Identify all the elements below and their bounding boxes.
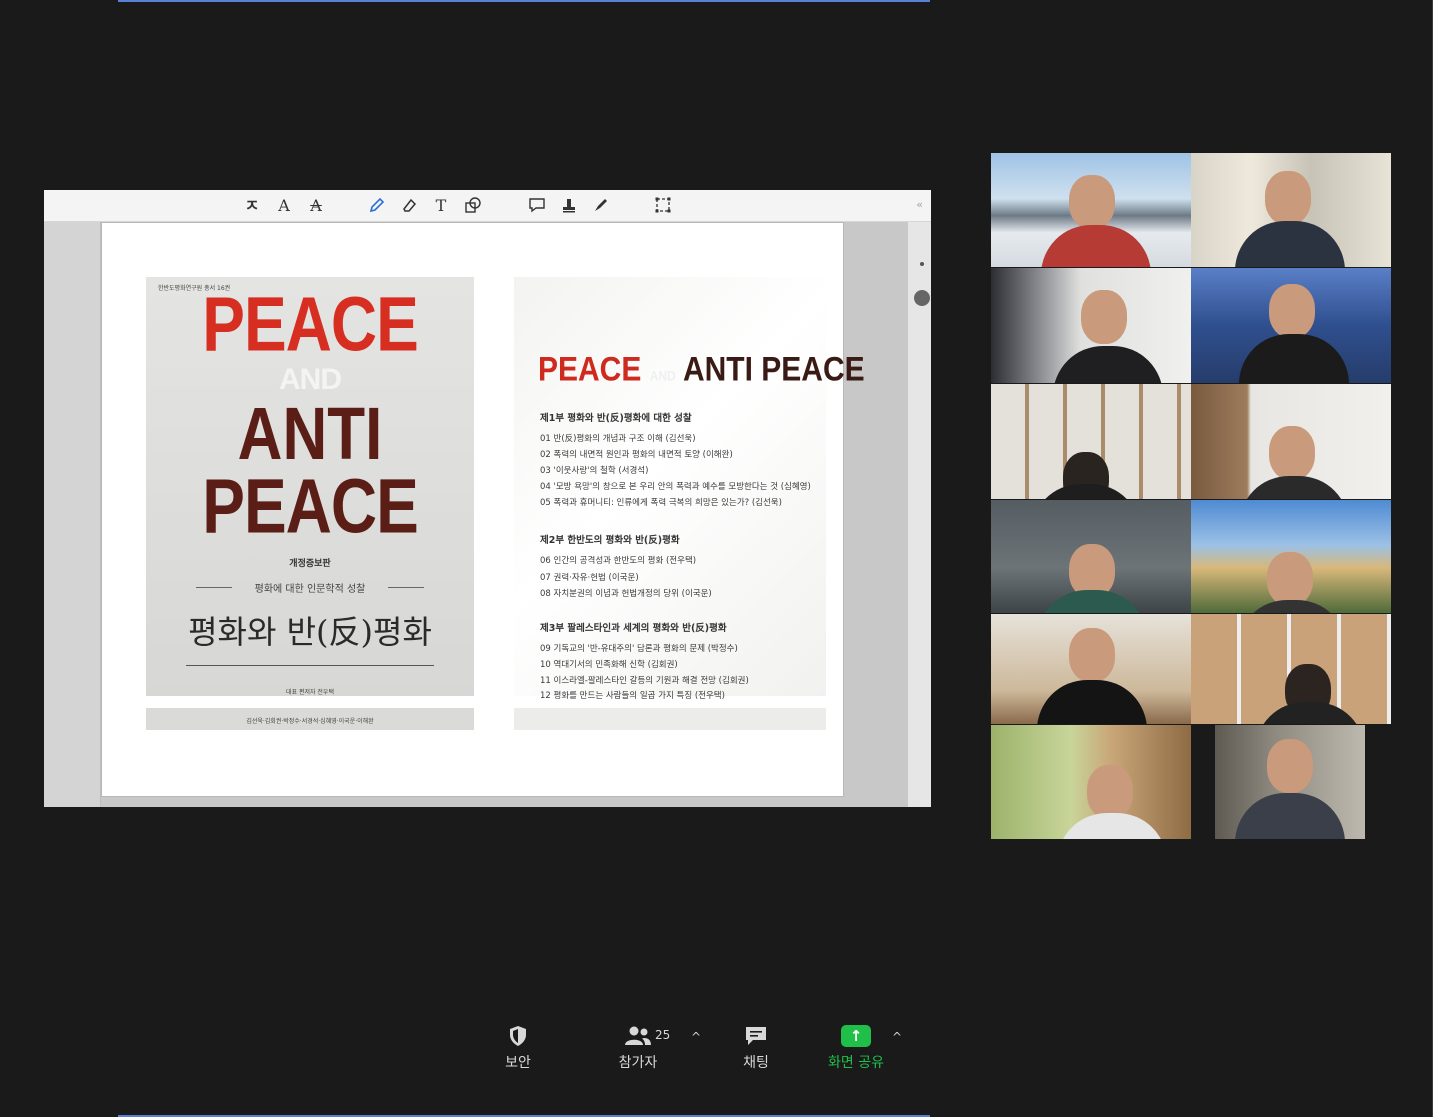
toc-item: 02 폭력의 내면적 원인과 평화의 내면적 토양 (이해완): [540, 450, 733, 460]
strikethrough-text-icon[interactable]: A: [305, 196, 327, 216]
toc-part-heading: 제3부 팔레스타인과 세계의 평화와 반(反)평화: [540, 623, 727, 634]
highlight-text-icon[interactable]: A: [273, 196, 295, 216]
participant-face: [1269, 426, 1315, 480]
participant-face: [1269, 284, 1315, 338]
pane-dot: [920, 262, 924, 266]
security-label: 보안: [505, 1055, 531, 1071]
cover-edition: 개정증보판: [289, 559, 331, 569]
security-button[interactable]: 보안: [498, 1024, 538, 1072]
toc-title: PEACE AND ANTI PEACE: [538, 350, 865, 389]
participant-face: [1267, 739, 1313, 793]
pdf-annotation-toolbar: ㅈ A A T «: [44, 190, 931, 222]
toc-item: 03 '이웃사랑'의 철학 (서경석): [540, 466, 649, 476]
toc-item: 09 기독교의 '반-유대주의' 담론과 평화의 문제 (박정수): [540, 644, 738, 654]
participants-caret-icon[interactable]: ^: [691, 1030, 701, 1044]
video-tile[interactable]: [1191, 268, 1391, 383]
table-of-contents-photo: PEACE AND ANTI PEACE 제1부 평화와 반(反)평화에 대한 …: [514, 277, 865, 701]
participant-face: [1069, 628, 1115, 682]
toc-item: 12 평화를 만드는 사람들의 일곱 가지 특징 (전우택): [540, 691, 725, 701]
scroll-handle[interactable]: [914, 290, 930, 306]
share-screen-icon: ↑: [824, 1024, 888, 1048]
toc-title-peace: PEACE: [538, 350, 642, 389]
cover-subtitle: 평화에 대한 인문학적 성찰: [196, 580, 424, 595]
participant-face: [1081, 290, 1127, 344]
video-tile[interactable]: [991, 268, 1191, 383]
video-tile[interactable]: [991, 153, 1191, 267]
chat-button[interactable]: 채팅: [736, 1024, 776, 1072]
chat-label: 채팅: [743, 1055, 769, 1071]
text-tool-icon[interactable]: T: [430, 196, 452, 216]
toc-item: 11 이스라엘-팔레스타인 갈등의 기원과 해결 전망 (김회권): [540, 676, 749, 686]
video-tile[interactable]: [1191, 384, 1391, 499]
video-tile[interactable]: [1191, 153, 1391, 267]
cover-editor: 대표 편저자 전우택: [286, 689, 334, 696]
cover-title-peace-2: PEACE: [202, 462, 419, 550]
participants-label: 참가자: [618, 1055, 658, 1071]
toc-item: 06 인간의 공격성과 한반도의 평화 (전우택): [540, 556, 697, 566]
document-page: 한반도평화연구원 총서 16권 PEACE AND ANTI PEACE 개정증…: [101, 222, 865, 797]
signature-icon[interactable]: [590, 196, 612, 216]
select-area-icon[interactable]: [652, 196, 674, 216]
toc-photo-strip: [514, 708, 826, 730]
cover-title-peace: PEACE: [202, 280, 419, 368]
window-top-accent: [118, 0, 930, 2]
share-caret-icon[interactable]: ^: [892, 1030, 902, 1044]
video-tile[interactable]: [1191, 614, 1391, 724]
cover-korean-title: 평화와 반(反)평화: [188, 613, 432, 651]
video-tile[interactable]: [1215, 725, 1365, 839]
side-pane: [907, 222, 931, 807]
cover-authors: 김선욱·김회권·박정수·서경석·심혜영·이국운·이해완: [246, 718, 374, 725]
chat-icon: [736, 1024, 776, 1048]
pencil-icon[interactable]: [366, 196, 388, 216]
thumbnail-pane: [44, 222, 101, 807]
toc-item: 08 자치분권의 이념과 헌법개정의 당위 (이국운): [540, 589, 712, 599]
shield-icon: [498, 1024, 538, 1048]
cover-photo-strip: 김선욱·김회권·박정수·서경석·심혜영·이국운·이해완: [146, 708, 474, 730]
comment-icon[interactable]: [526, 196, 548, 216]
video-tile[interactable]: [991, 725, 1191, 839]
toc-part-heading: 제2부 한반도의 평화와 반(反)평화: [540, 535, 680, 546]
participants-count: 25: [655, 1028, 671, 1042]
toc-title-anti: ANTI PEACE: [682, 350, 865, 389]
toc-title-and: AND: [649, 367, 676, 384]
participant-face: [1087, 765, 1133, 819]
video-tile[interactable]: [991, 384, 1191, 499]
share-screen-button[interactable]: ↑ 화면 공유: [824, 1024, 888, 1072]
collapse-panel-icon[interactable]: «: [916, 198, 923, 211]
book-cover-photo: 한반도평화연구원 총서 16권 PEACE AND ANTI PEACE 개정증…: [146, 277, 474, 696]
participant-face: [1265, 171, 1311, 225]
toc-item: 01 반(反)평화의 개념과 구조 이해 (김선욱): [540, 434, 696, 444]
cover-divider: [186, 665, 434, 666]
toc-item: 04 '모방 욕망'의 창으로 본 우리 안의 폭력과 예수를 모방한다는 것 …: [540, 482, 811, 492]
video-tile[interactable]: [991, 614, 1191, 724]
eraser-icon[interactable]: [398, 196, 420, 216]
shared-screen: ㅈ A A T « 한반도평화연구원 총서 16권 PEACE AND ANTI…: [44, 190, 931, 807]
stamp-icon[interactable]: [558, 196, 580, 216]
toc-part-heading: 제1부 평화와 반(反)평화에 대한 성찰: [540, 413, 692, 424]
text-style-icon[interactable]: ㅈ: [241, 196, 263, 216]
toc-item: 07 권력·자유·헌법 (이국운): [540, 573, 639, 583]
video-tile[interactable]: [991, 500, 1191, 613]
toc-item: 10 역대기서의 민족화해 신학 (김회권): [540, 660, 678, 670]
share-screen-label: 화면 공유: [828, 1055, 884, 1071]
participant-face: [1069, 175, 1115, 229]
toc-item: 05 폭력과 휴머니티: 인류에게 폭력 극복의 희망은 있는가? (김선욱): [540, 498, 782, 508]
shape-icon[interactable]: [462, 196, 484, 216]
video-tile[interactable]: [1191, 500, 1391, 613]
participant-face: [1267, 552, 1313, 606]
